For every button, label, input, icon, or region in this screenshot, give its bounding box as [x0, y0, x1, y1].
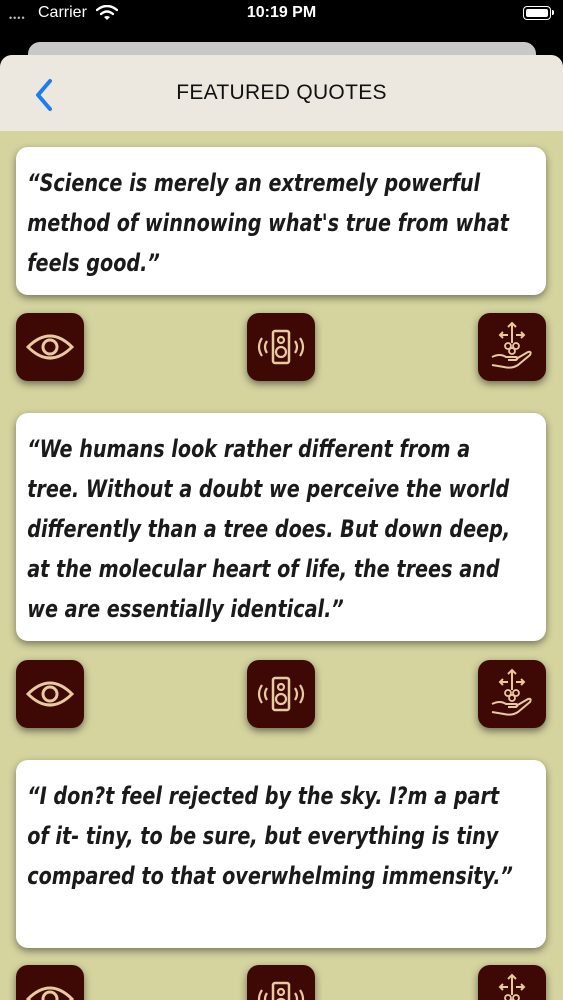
view-button[interactable] [16, 660, 84, 728]
speaker-icon [257, 676, 305, 712]
quote-card: “Science is merely an extremely powerful… [16, 147, 546, 295]
navigation-bar: FEATURED QUOTES [0, 55, 563, 131]
share-button[interactable] [478, 965, 546, 1000]
quote-text: “We humans look rather different from a … [27, 435, 511, 623]
speak-button[interactable] [247, 660, 315, 728]
speak-button[interactable] [247, 313, 315, 381]
speaker-icon [257, 329, 305, 365]
share-hand-icon [491, 321, 532, 369]
share-hand-icon [491, 668, 532, 716]
quote-text: “Science is merely an extremely powerful… [27, 169, 509, 277]
share-button[interactable] [478, 660, 546, 728]
eye-icon [25, 986, 75, 1000]
eye-icon [25, 334, 75, 360]
share-hand-icon [498, 973, 526, 1000]
view-button[interactable] [16, 313, 84, 381]
speak-button[interactable] [247, 965, 315, 1000]
page-title: FEATURED QUOTES [176, 81, 387, 104]
featured-quotes-screen: FEATURED QUOTES “Science is merely an ex… [0, 55, 563, 1000]
eye-icon [25, 681, 75, 707]
clock: 10:19 PM [246, 4, 317, 21]
quote-card: “I don?t feel rejected by the sky. I?m a… [16, 760, 546, 948]
view-button[interactable] [16, 965, 84, 1000]
quote-card: “We humans look rather different from a … [16, 413, 546, 641]
battery-icon [523, 6, 554, 20]
share-button[interactable] [478, 313, 546, 381]
speaker-icon [257, 981, 305, 1000]
status-bar: •••• Carrier 10:19 PM [0, 0, 563, 30]
quote-text: “I don?t feel rejected by the sky. I?m a… [27, 782, 513, 890]
